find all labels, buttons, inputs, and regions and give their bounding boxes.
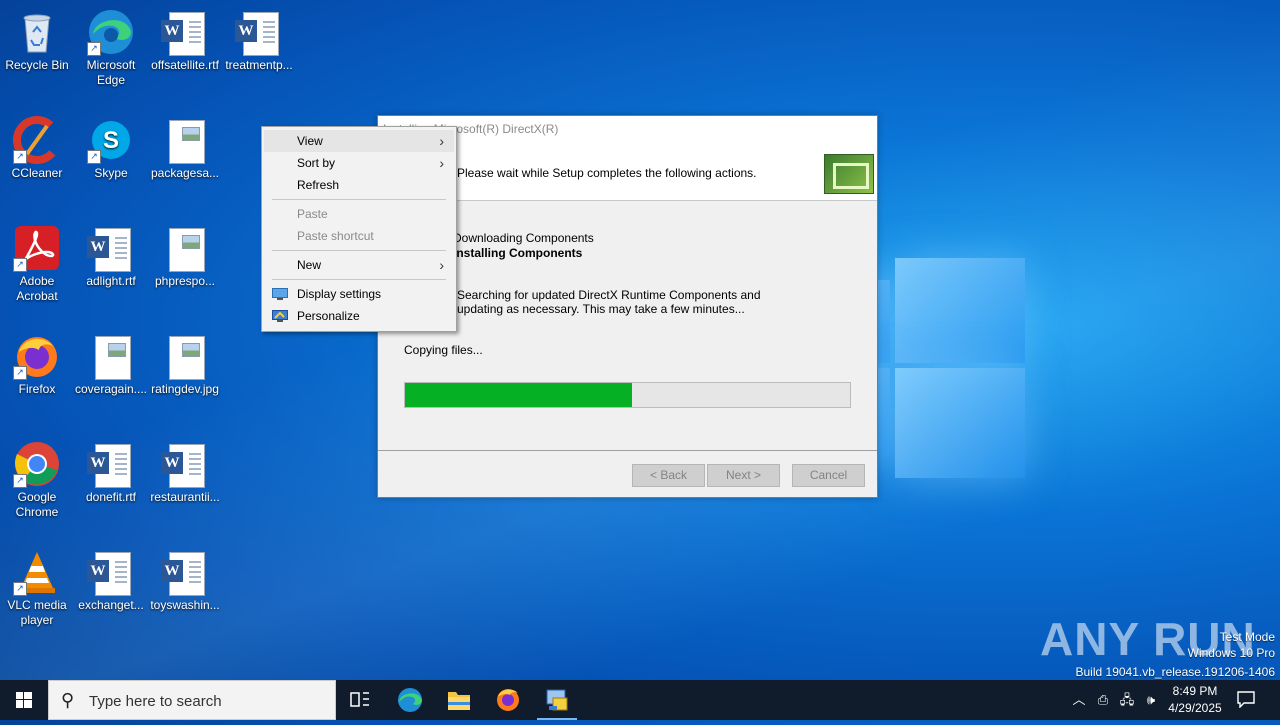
- windows-edition-label: Windows 10 Pro: [1187, 646, 1275, 660]
- chevron-right-icon: ›: [439, 133, 444, 149]
- image-file-icon: [161, 224, 209, 272]
- menu-separator: [272, 279, 446, 280]
- word-doc-icon: W: [87, 224, 135, 272]
- desktop-icon-exchanget[interactable]: W exchanget...: [74, 548, 148, 613]
- desktop-icon-toyswashin[interactable]: W toyswashin...: [148, 548, 222, 613]
- menu-item-paste-shortcut[interactable]: Paste shortcut: [264, 225, 454, 247]
- desktop-icon-vlc[interactable]: ↗ VLC media player: [0, 548, 74, 628]
- step-installing: Installing Components: [453, 246, 583, 260]
- svg-text:S: S: [103, 127, 119, 154]
- desktop-icon-skype[interactable]: S ↗ Skype: [74, 116, 148, 181]
- status-text: Copying files...: [404, 343, 483, 357]
- tray-device-icon[interactable]: ⎙: [1093, 680, 1113, 720]
- search-placeholder: Type here to search: [89, 693, 222, 710]
- start-button[interactable]: [0, 680, 48, 720]
- step-detail: Searching for updated DirectX Runtime Co…: [457, 288, 761, 316]
- firefox-icon: [497, 689, 519, 711]
- word-doc-icon: W: [161, 440, 209, 488]
- notification-icon: [1237, 691, 1255, 709]
- desktop-icon-treatmentp[interactable]: W treatmentp...: [222, 8, 296, 73]
- desktop-icon-restaurantii[interactable]: W restaurantii...: [148, 440, 222, 505]
- step-downloading: Downloading Components: [453, 231, 594, 245]
- chevron-right-icon: ›: [439, 155, 444, 171]
- edge-icon: ↗: [87, 8, 135, 56]
- image-file-icon: [87, 332, 135, 380]
- taskbar-clock[interactable]: 8:49 PM 4/29/2025: [1160, 683, 1230, 717]
- image-file-icon: [161, 116, 209, 164]
- menu-item-personalize[interactable]: Personalize: [264, 305, 454, 327]
- personalize-icon: [272, 310, 288, 322]
- search-icon: ⚲: [61, 690, 75, 710]
- desktop-icon-ccleaner[interactable]: ↗ CCleaner: [0, 116, 74, 181]
- desktop-icon-offsatellite[interactable]: W offsatellite.rtf: [148, 8, 222, 73]
- taskbar-search-box[interactable]: ⚲ Type here to search: [48, 680, 336, 720]
- recycle-bin-icon: [13, 8, 61, 56]
- menu-item-paste[interactable]: Paste: [264, 203, 454, 225]
- firefox-icon: ↗: [13, 332, 61, 380]
- desktop-icon-coveragain[interactable]: coveragain....: [74, 332, 148, 397]
- skype-icon: S ↗: [87, 116, 135, 164]
- desktop-context-menu: View › Sort by › Refresh Paste Paste sho…: [261, 126, 457, 332]
- desktop-icon-ratingdev[interactable]: ratingdev.jpg: [148, 332, 222, 397]
- taskbar-file-explorer[interactable]: [435, 680, 483, 720]
- edge-icon: [398, 688, 422, 712]
- dialog-description: Please wait while Setup completes the fo…: [457, 166, 757, 180]
- word-doc-icon: W: [87, 440, 135, 488]
- file-explorer-icon: [448, 692, 470, 710]
- windows-start-icon: [16, 692, 32, 708]
- desktop-icon-edge[interactable]: ↗ Microsoft Edge: [74, 8, 148, 88]
- build-label: Build 19041.vb_release.191206-1406: [1075, 665, 1276, 679]
- menu-separator: [272, 199, 446, 200]
- clock-time: 8:49 PM: [1172, 684, 1218, 698]
- display-settings-icon: [272, 288, 288, 300]
- tray-overflow-chevron-icon[interactable]: ︿: [1068, 680, 1090, 720]
- taskbar-edge[interactable]: [386, 680, 434, 720]
- desktop-icon-donefit[interactable]: W donefit.rtf: [74, 440, 148, 505]
- desktop-icon-adobe-acrobat[interactable]: ↗ Adobe Acrobat: [0, 224, 74, 304]
- menu-item-sort-by[interactable]: Sort by ›: [264, 152, 454, 174]
- clock-date: 4/29/2025: [1168, 701, 1222, 715]
- network-icon[interactable]: 🖧: [1116, 680, 1138, 720]
- menu-item-new[interactable]: New ›: [264, 254, 454, 276]
- word-doc-icon: W: [161, 548, 209, 596]
- footer-divider: [378, 450, 877, 451]
- vlc-icon: ↗: [13, 548, 61, 596]
- word-doc-icon: W: [87, 548, 135, 596]
- taskbar: ⚲ Type here to search ︿ ⎙ 🖧 🕪 8:49 PM 4/…: [0, 680, 1280, 720]
- chevron-right-icon: ›: [439, 257, 444, 273]
- menu-separator: [272, 250, 446, 251]
- image-file-icon: [161, 332, 209, 380]
- word-doc-icon: W: [161, 8, 209, 56]
- task-view-icon: [350, 692, 369, 707]
- desktop-icon-recycle-bin[interactable]: Recycle Bin: [0, 8, 74, 73]
- notification-center-button[interactable]: [1236, 690, 1256, 709]
- progress-bar: [404, 382, 851, 408]
- acrobat-icon: ↗: [13, 224, 61, 272]
- ccleaner-icon: ↗: [13, 116, 61, 164]
- desktop-icon-packagesa[interactable]: packagesa...: [148, 116, 222, 181]
- chrome-icon: ↗: [13, 440, 61, 488]
- desktop-icon-firefox[interactable]: ↗ Firefox: [0, 332, 74, 397]
- menu-item-refresh[interactable]: Refresh: [264, 174, 454, 196]
- menu-item-display-settings[interactable]: Display settings: [264, 283, 454, 305]
- test-mode-label: Test Mode: [1219, 630, 1275, 644]
- cancel-button[interactable]: Cancel: [792, 464, 865, 487]
- desktop-icon-google-chrome[interactable]: ↗ Google Chrome: [0, 440, 74, 520]
- menu-item-view[interactable]: View ›: [264, 130, 454, 152]
- directx-logo-icon: [824, 154, 874, 194]
- progress-fill: [405, 383, 632, 407]
- taskbar-directx-setup[interactable]: [533, 680, 581, 720]
- desktop-icon-phprespo[interactable]: phprespo...: [148, 224, 222, 289]
- task-view-button[interactable]: [336, 680, 384, 720]
- volume-icon[interactable]: 🕪: [1140, 680, 1162, 720]
- word-doc-icon: W: [235, 8, 283, 56]
- taskbar-firefox[interactable]: [484, 680, 532, 720]
- desktop-icon-adlight[interactable]: W adlight.rtf: [74, 224, 148, 289]
- back-button[interactable]: < Back: [632, 464, 705, 487]
- directx-setup-icon: [546, 689, 568, 711]
- next-button[interactable]: Next >: [707, 464, 780, 487]
